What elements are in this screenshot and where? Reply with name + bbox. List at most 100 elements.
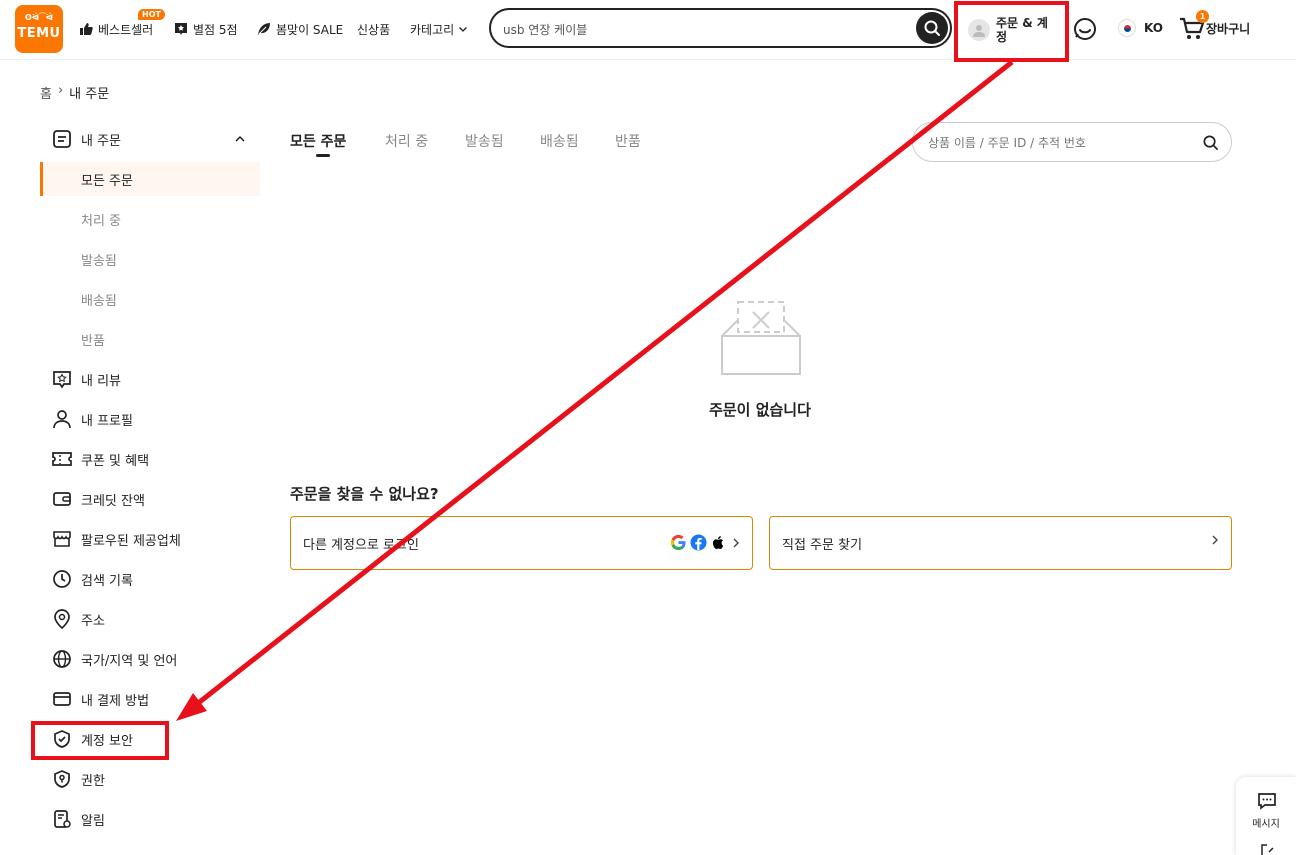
sidebar-item-label: 검색 기록 xyxy=(81,573,133,589)
empty-box-icon xyxy=(721,301,801,375)
sidebar-item-coupons[interactable]: 쿠폰 및 혜택 xyxy=(40,442,260,476)
star-badge-icon xyxy=(175,23,187,35)
sidebar-item-label: 주소 xyxy=(81,613,105,629)
language-code: KO xyxy=(1144,21,1163,35)
korea-flag-icon xyxy=(1118,19,1136,37)
store-icon xyxy=(51,528,73,550)
chat-face-icon[interactable] xyxy=(1073,17,1097,45)
chevron-up-icon xyxy=(235,135,245,142)
chevron-right-icon xyxy=(733,538,739,547)
google-icon xyxy=(670,534,686,551)
find-order-directly-label: 직접 주문 찾기 xyxy=(782,537,863,553)
account-highlight-box xyxy=(954,1,1069,62)
sidebar-item-permissions[interactable]: 권한 xyxy=(40,762,260,796)
person-icon xyxy=(51,408,73,430)
tab-delivered[interactable]: 배송됨 xyxy=(540,131,579,151)
sidebar-item-credit[interactable]: 크레딧 잔액 xyxy=(40,482,260,516)
sidebar-item-label: 쿠폰 및 혜택 xyxy=(81,453,150,469)
sidebar-sub-delivered[interactable]: 배송됨 xyxy=(40,282,260,316)
nav-five-star-label: 별점 5점 xyxy=(193,22,238,37)
nav-new-arrivals-label: 신상품 xyxy=(357,22,391,37)
globe-icon xyxy=(51,648,73,670)
page: ʘᐛ⁀ᐛ TEMU 베스트셀러 HOT 별점 5점 봄맞이 SALE 신상품 카… xyxy=(0,0,1296,855)
order-list-icon xyxy=(51,128,73,150)
facebook-icon xyxy=(690,534,707,551)
search-icon xyxy=(924,20,940,36)
tab-processing[interactable]: 처리 중 xyxy=(385,131,428,151)
tab-shipped[interactable]: 발송됨 xyxy=(465,131,504,151)
clock-icon xyxy=(51,568,73,590)
cart-count-badge: 1 xyxy=(1196,10,1209,23)
message-widget-label: 메시지 xyxy=(1252,819,1280,830)
nav-bestseller[interactable]: 베스트셀러 xyxy=(78,19,153,39)
nav-spring-sale[interactable]: 봄맞이 SALE xyxy=(256,19,343,39)
login-other-account-label: 다른 계정으로 로그인 xyxy=(303,537,419,553)
nav-five-star[interactable]: 별점 5점 xyxy=(173,19,238,39)
order-search-bar xyxy=(912,122,1232,162)
nav-categories[interactable]: 카테고리 xyxy=(410,19,468,39)
sidebar-item-label: 내 주문 xyxy=(81,133,122,149)
breadcrumb-home[interactable]: 홈 xyxy=(40,83,52,102)
search-button[interactable] xyxy=(916,12,948,44)
order-search-input[interactable] xyxy=(928,133,1188,153)
hot-badge: HOT xyxy=(138,9,165,20)
search-bar xyxy=(489,8,952,48)
chevron-right-icon xyxy=(1212,535,1218,545)
cart-button[interactable]: 1 장바구니 xyxy=(1178,10,1251,42)
sidebar-item-address[interactable]: 주소 xyxy=(40,602,260,636)
cart-label: 장바구니 xyxy=(1206,21,1251,36)
notification-doc-icon xyxy=(51,808,73,830)
temu-logo[interactable]: ʘᐛ⁀ᐛ TEMU xyxy=(15,5,63,53)
sidebar-item-followed-sellers[interactable]: 팔로우된 제공업체 xyxy=(40,522,260,556)
message-widget[interactable]: 메시지 xyxy=(1236,777,1296,855)
search-icon[interactable] xyxy=(1202,134,1219,151)
sidebar-item-search-history[interactable]: 검색 기록 xyxy=(40,562,260,596)
sidebar-item-my-orders[interactable]: 내 주문 xyxy=(40,122,260,156)
language-selector[interactable]: KO xyxy=(1118,19,1163,37)
sidebar-sub-shipped[interactable]: 발송됨 xyxy=(40,242,260,276)
sidebar-item-label: 크레딧 잔액 xyxy=(81,493,145,509)
breadcrumb-separator: › xyxy=(57,83,64,98)
sidebar-item-label: 팔로우된 제공업체 xyxy=(81,533,181,549)
sidebar-sub-returns[interactable]: 반품 xyxy=(40,322,260,356)
shield-key-icon xyxy=(51,768,73,790)
sidebar-sub-processing[interactable]: 처리 중 xyxy=(40,202,260,236)
active-tab-indicator xyxy=(316,154,330,157)
sidebar-item-notifications[interactable]: 알림 xyxy=(40,802,260,836)
apple-icon xyxy=(712,536,724,550)
empty-orders-message: 주문이 없습니다 xyxy=(709,401,811,419)
sidebar-item-profile[interactable]: 내 프로필 xyxy=(40,402,260,436)
tab-returns[interactable]: 반품 xyxy=(615,131,641,151)
nav-categories-label: 카테고리 xyxy=(410,22,455,37)
nav-bestseller-label: 베스트셀러 xyxy=(98,22,154,37)
find-order-directly-button[interactable]: 직접 주문 찾기 xyxy=(769,516,1232,570)
top-header: ʘᐛ⁀ᐛ TEMU 베스트셀러 HOT 별점 5점 봄맞이 SALE 신상품 카… xyxy=(0,0,1296,60)
sidebar-item-payment-methods[interactable]: 내 결제 방법 xyxy=(40,682,260,716)
nav-new-arrivals[interactable]: 신상품 xyxy=(357,19,390,39)
sidebar-item-label: 알림 xyxy=(81,813,105,829)
thumbs-up-icon xyxy=(80,23,93,35)
sidebar-item-label: 권한 xyxy=(81,773,105,789)
location-pin-icon xyxy=(51,608,73,630)
tab-all-orders[interactable]: 모든 주문 xyxy=(290,131,346,151)
logo-mascot: ʘᐛ⁀ᐛ xyxy=(25,13,53,22)
review-star-icon xyxy=(51,368,73,390)
edit-icon xyxy=(1261,844,1274,855)
search-input[interactable] xyxy=(503,19,903,39)
sidebar-item-reviews[interactable]: 내 리뷰 xyxy=(40,362,260,396)
wallet-icon xyxy=(51,488,73,510)
sidebar-item-label: 내 프로필 xyxy=(81,413,133,429)
security-highlight-box xyxy=(31,721,169,760)
leaf-icon xyxy=(258,23,270,35)
logo-text: TEMU xyxy=(17,26,61,41)
sidebar-item-label: 내 리뷰 xyxy=(81,373,122,389)
sidebar-item-region-language[interactable]: 국가/지역 및 언어 xyxy=(40,642,260,676)
chevron-down-icon xyxy=(459,27,468,32)
nav-spring-sale-label: 봄맞이 SALE xyxy=(276,22,344,37)
coupon-icon xyxy=(51,448,73,470)
sidebar-item-label: 내 결제 방법 xyxy=(81,693,150,709)
sidebar-sub-all-orders[interactable]: 모든 주문 xyxy=(40,162,260,196)
sidebar-item-label: 국가/지역 및 언어 xyxy=(81,653,178,669)
login-other-account-button[interactable]: 다른 계정으로 로그인 xyxy=(290,516,753,570)
breadcrumb: 홈 › 내 주문 xyxy=(40,83,109,102)
